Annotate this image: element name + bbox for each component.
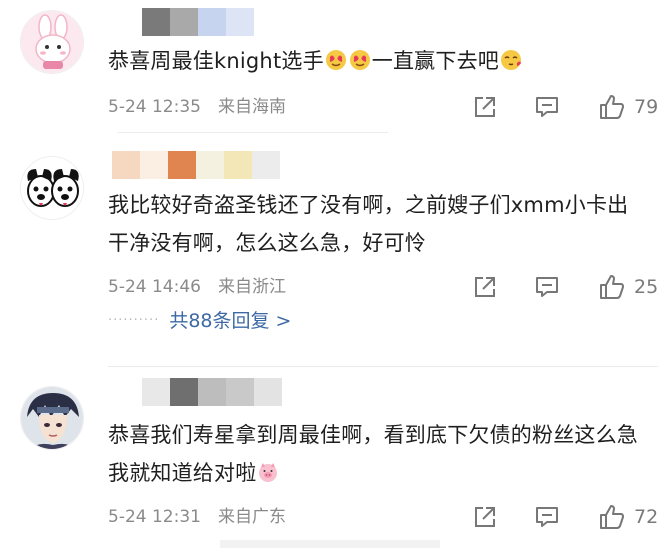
- avatar[interactable]: [20, 386, 84, 450]
- comment-location: 来自海南: [218, 97, 286, 117]
- divider: [108, 366, 658, 367]
- mosaic-block: [140, 151, 168, 179]
- rabbit-character-icon: [21, 11, 83, 73]
- comment-location: 来自浙江: [218, 277, 286, 297]
- username-mosaic[interactable]: [112, 151, 280, 179]
- mosaic-block: [112, 151, 140, 179]
- mosaic-block: [142, 378, 170, 406]
- watermark-strip: [220, 540, 440, 548]
- avatar[interactable]: [20, 10, 84, 74]
- username-mosaic[interactable]: [142, 378, 282, 406]
- comment-icon: [536, 507, 558, 527]
- comment-meta: 5-24 14:46 来自浙江 25: [108, 272, 658, 302]
- mosaic-block: [198, 378, 226, 406]
- comment-time: 5-24 12:31: [108, 507, 201, 527]
- mosaic-block: [198, 8, 226, 36]
- share-button[interactable]: [472, 272, 498, 302]
- divider: [118, 132, 388, 133]
- avatar[interactable]: [20, 156, 84, 220]
- view-replies-link[interactable]: ·········· 共88条回复 >: [108, 306, 291, 336]
- comment-text: 我比较好奇盗圣钱还了没有啊，之前嫂子们xmm小卡出干净没有啊，怎么这么急，好可怜: [108, 193, 629, 255]
- mosaic-block: [224, 151, 252, 179]
- mosaic-block: [226, 378, 254, 406]
- share-icon: [475, 97, 495, 117]
- replies-label: 共88条回复 >: [169, 310, 292, 332]
- like-button[interactable]: 79: [598, 92, 658, 122]
- mosaic-block: [254, 378, 282, 406]
- pig-emoji-icon: [257, 457, 279, 495]
- thumbs-up-icon: [600, 275, 624, 299]
- mosaic-block: [226, 8, 254, 36]
- comment-button[interactable]: [534, 502, 560, 532]
- like-count: 72: [634, 506, 658, 528]
- comment-icon: [536, 97, 558, 117]
- comment-button[interactable]: [534, 272, 560, 302]
- share-button[interactable]: [472, 502, 498, 532]
- mosaic-block: [168, 151, 196, 179]
- share-icon: [475, 507, 495, 527]
- heart-eyes-emoji-icon: [349, 45, 371, 83]
- kiss-emoji-icon: [500, 45, 522, 83]
- anime-character-icon: [21, 387, 83, 449]
- mosaic-block: [142, 8, 170, 36]
- cartoon-dogs-icon: [21, 157, 83, 219]
- share-button[interactable]: [472, 92, 498, 122]
- share-icon: [475, 277, 495, 297]
- mosaic-block: [170, 378, 198, 406]
- mosaic-block: [252, 151, 280, 179]
- comment-location: 来自广东: [218, 507, 286, 527]
- comment-meta: 5-24 12:35 来自海南 79: [108, 92, 658, 122]
- comment-text: 恭喜我们寿星拿到周最佳啊，看到底下欠债的粉丝这么急我就知道给对啦: [108, 416, 648, 495]
- comment-icon: [536, 277, 558, 297]
- comment-button[interactable]: [534, 92, 560, 122]
- username-mosaic[interactable]: [142, 8, 254, 36]
- comment-meta: 5-24 12:31 来自广东 72: [108, 502, 658, 532]
- comment-time: 5-24 14:46: [108, 277, 201, 297]
- like-button[interactable]: 25: [598, 272, 658, 302]
- thumbs-up-icon: [600, 95, 624, 119]
- mosaic-block: [196, 151, 224, 179]
- mosaic-block: [170, 8, 198, 36]
- dotted-leader: ··········: [108, 313, 160, 328]
- like-count: 25: [634, 276, 658, 298]
- heart-eyes-emoji-icon: [325, 45, 347, 83]
- comment-text: 恭喜周最佳knight选手 一直赢下去吧: [108, 42, 648, 83]
- comment-time: 5-24 12:35: [108, 97, 201, 117]
- like-button[interactable]: 72: [598, 502, 658, 532]
- thumbs-up-icon: [600, 505, 624, 529]
- like-count: 79: [634, 96, 658, 118]
